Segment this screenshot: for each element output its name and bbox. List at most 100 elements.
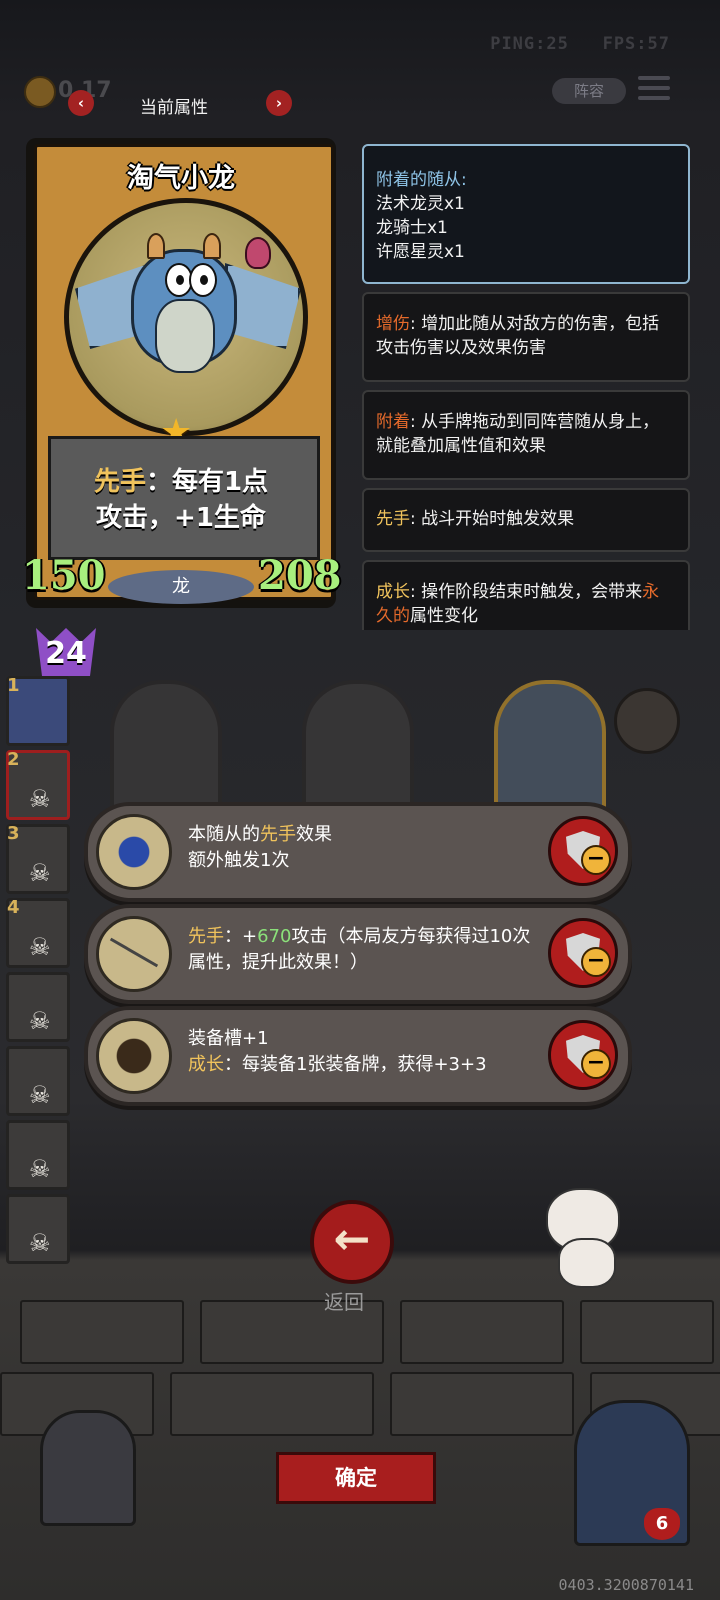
spear-icon [96,916,172,992]
attached-item: 法术龙灵x1 [376,194,465,214]
first-text: : 战斗开始时触发效果 [410,509,575,529]
skull-icon: ☠ [29,785,51,813]
floor-tile [20,1300,184,1364]
attached-item: 许愿星灵x1 [376,242,465,262]
back-label: 返回 [324,1290,364,1314]
effect-row: 本随从的先手效果 额外触发1次 − [84,802,632,902]
effect-row: 装备槽+1 成长：每装备1张装备牌，获得+3+3 − [84,1006,632,1106]
side-card-number: 4 [7,897,20,918]
damage-boost-panel: 增伤: 增加此随从对敌方的伤害，包括攻击伤害以及效果伤害 [362,292,690,382]
flower-icon [245,237,271,269]
back-button[interactable]: ← [310,1200,394,1284]
remove-effect-button[interactable]: − [548,918,618,988]
growth-keyword: 成长 [376,582,410,602]
growth-text-end: 属性变化 [410,606,478,626]
minion-card: 淘气小龙 ★ 先手：每有1点 攻击，+1生命 150 龙 208 [22,138,342,608]
minus-icon: − [581,845,611,875]
bonus-number: 670 [257,926,292,947]
equipment-icon [96,1018,172,1094]
desc-line2: 攻击，+1生命 [96,503,266,533]
cat-pet[interactable] [538,1178,634,1288]
side-card[interactable]: 4 ☠ [6,897,70,968]
attached-minions-panel: 附着的随从: 法术龙灵x1 龙骑士x1 许愿星灵x1 [362,144,690,284]
level-badge: 24 [36,628,96,676]
ping-readout: PING:25 [490,34,569,54]
skull-icon: ☠ [29,1007,51,1035]
effect-text-part: 效果 [296,824,332,845]
arrow-left-icon: ← [333,1214,371,1265]
first-strike-panel: 先手: 战斗开始时触发效果 [362,488,690,552]
first-keyword: 先手 [260,824,296,845]
side-card[interactable]: 2 ☠ [6,749,70,820]
horn-left [147,233,165,259]
first-strike-keyword: 先手 [93,467,146,497]
skull-icon: ☠ [29,1155,51,1183]
effect-text-line: 装备槽+1 [188,1028,269,1049]
damage-text: : 增加此随从对敌方的伤害，包括攻击伤害以及效果伤害 [376,314,660,358]
side-card[interactable]: ☠ [6,972,70,1042]
side-card-number: 2 [7,749,20,770]
dragon-portrait [64,198,308,436]
remove-effect-button[interactable]: − [548,1020,618,1090]
attack-value: 150 [22,552,106,599]
tribe-label: 龙 [108,570,254,604]
attach-keyword: 附着 [376,412,410,432]
effect-text: 本随从的先手效果 额外触发1次 [188,806,548,890]
skull-icon: ☠ [29,933,51,961]
level-number: 24 [45,636,87,671]
floor-tile [390,1372,574,1436]
network-stats: PING:25 FPS:57 [490,34,670,54]
dragon-eye [189,263,217,297]
hand-count-heart: 6 [644,1508,680,1540]
side-card[interactable]: 3 ☠ [6,823,70,894]
side-card[interactable]: ☠ [6,1194,70,1264]
health-value: 208 [258,552,342,599]
attached-title: 附着的随从: [376,170,467,190]
damage-keyword: 增伤 [376,314,410,334]
effect-row: 先手：+670攻击（本局友方每获得过10次属性，提升此效果！） − [84,904,632,1004]
floor-tile [170,1372,374,1436]
remove-effect-button[interactable]: − [548,816,618,886]
desc-line1: ：每有1点 [145,467,269,497]
effect-text: 装备槽+1 成长：每装备1张装备牌，获得+3+3 [188,1010,548,1094]
growth-keyword: 成长 [188,1054,224,1075]
minus-icon: − [581,1049,611,1079]
side-card-number: 1 [7,675,20,696]
minus-icon: − [581,947,611,977]
attached-item: 龙骑士x1 [376,218,448,238]
effect-text-line: 额外触发1次 [188,850,290,871]
prev-button[interactable]: ‹ [68,90,94,116]
side-card[interactable]: ☠ [6,1046,70,1116]
skull-icon: ☠ [29,1081,51,1109]
horn-right [203,233,221,259]
fps-readout: FPS:57 [602,34,670,54]
card-description: 先手：每有1点 攻击，+1生命 [26,464,336,536]
card-name: 淘气小龙 [127,163,235,194]
growth-text: : 操作阶段结束时触发，会带来 [410,582,643,602]
effect-text-part: ：+ [224,926,258,947]
effect-text-part: 本随从的 [188,824,260,845]
side-card[interactable]: 1 [6,675,70,746]
confirm-button[interactable]: 确定 [276,1452,436,1504]
menu-icon[interactable] [638,76,670,104]
next-button[interactable]: › [266,90,292,116]
floor-tile [400,1300,564,1364]
floor-tile [580,1300,714,1364]
skull-icon: ☠ [29,1229,51,1257]
player-portrait[interactable] [40,1410,136,1526]
effect-text-part: ：每装备1张装备牌，获得+3+3 [224,1054,487,1075]
lineup-button[interactable]: 阵容 [552,78,626,104]
page-title: 当前属性 [140,98,208,118]
attach-text: : 从手牌拖动到同阵营随从身上，就能叠加属性值和效果 [376,412,660,456]
side-card-number: 3 [7,823,20,844]
coin-icon [24,76,56,108]
scroll-icon[interactable] [614,688,680,754]
side-card[interactable]: ☠ [6,1120,70,1190]
dragon-belly [155,299,215,373]
first-keyword: 先手 [188,926,224,947]
skull-icon: ☠ [29,859,51,887]
growth-panel: 成长: 操作阶段结束时触发，会带来永久的属性变化 [362,560,690,630]
attach-panel: 附着: 从手牌拖动到同阵营随从身上，就能叠加属性值和效果 [362,390,690,480]
build-id: 0403.3200870141 [558,1576,694,1594]
effect-text: 先手：+670攻击（本局友方每获得过10次属性，提升此效果！） [188,908,548,992]
